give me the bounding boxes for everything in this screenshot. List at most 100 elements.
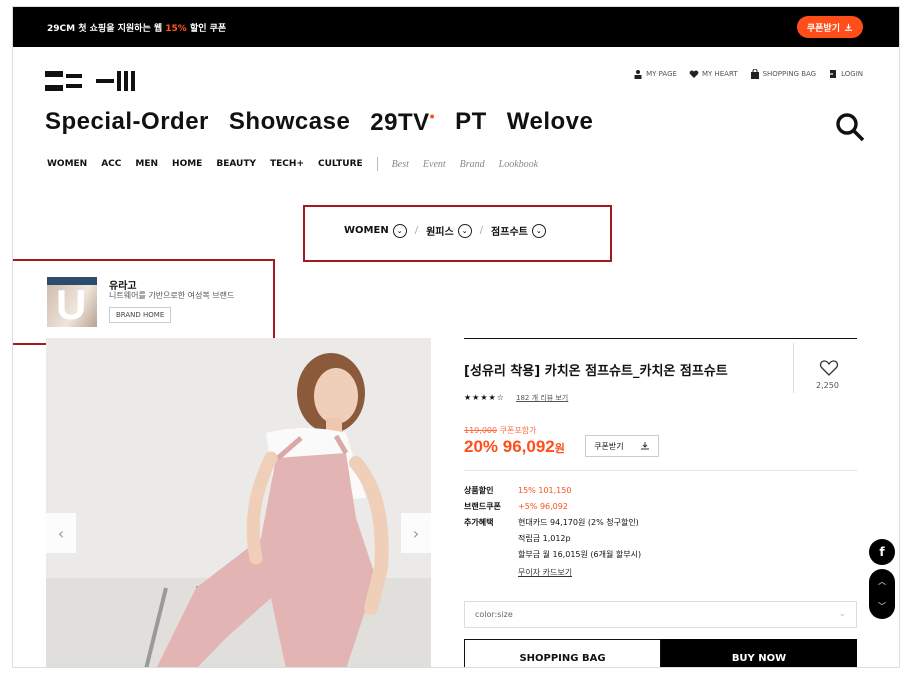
my-page-link[interactable]: MY PAGE [633, 69, 677, 79]
original-price-label: 쿠폰포함가 [499, 426, 537, 435]
original-price: 119,000 쿠폰포함가 [464, 425, 536, 436]
download-icon [640, 442, 649, 450]
utility-nav: MY PAGE MY HEART SHOPPING BAG LOGIN [633, 69, 863, 79]
shopping-bag-button[interactable]: SHOPPING BAG [464, 639, 661, 667]
browser-viewport: 29CM 첫 쇼핑을 지원하는 웹 15% 할인 쿠폰 쿠폰받기 MY PAGE… [12, 6, 900, 668]
category-women[interactable]: WOMEN [47, 159, 87, 169]
benefit-label: 상품할인 [464, 486, 494, 495]
category-beauty[interactable]: BEAUTY [216, 159, 256, 169]
prev-image-button[interactable]: ‹ [46, 513, 76, 553]
title-divider [793, 343, 794, 393]
scroll-controls: ︿ ﹀ [869, 569, 895, 619]
sale-price: 20% 96,092원 [464, 437, 565, 457]
price-divider [464, 470, 857, 471]
currency-label: 원 [554, 443, 565, 455]
person-icon [634, 70, 642, 79]
info-top-rule [464, 338, 857, 339]
card-info-link[interactable]: 무이자 카드보기 [518, 565, 572, 581]
nav-welove[interactable]: Welove [507, 108, 594, 137]
brand-description: 니트웨어를 기반으로한 여성복 브랜드 [109, 291, 235, 300]
benefit-value: 현대카드 94,170원 (2% 청구할인) [518, 518, 639, 527]
breadcrumb-jumpsuit-label: 점프수트 [491, 227, 528, 238]
nav-29tv[interactable]: 29TV• [370, 108, 435, 137]
rating-stars: ★★★★☆ [464, 393, 505, 402]
benefit-value: +5% 96,092 [518, 502, 568, 511]
option-placeholder: color:size [475, 610, 513, 619]
promo-text: 29CM 첫 쇼핑을 지원하는 웹 15% 할인 쿠폰 [47, 21, 226, 34]
breadcrumb-women-label: WOMEN [344, 225, 389, 236]
search-icon[interactable] [835, 112, 865, 142]
benefit-value: 적립금 1,012p [518, 534, 571, 543]
nav-divider [376, 157, 378, 171]
coupon-download-label: 쿠폰받기 [594, 441, 624, 451]
nav-special-order[interactable]: Special-Order [45, 108, 209, 137]
heart-icon[interactable] [819, 359, 839, 377]
promo-coupon-button[interactable]: 쿠폰받기 [796, 16, 863, 38]
breadcrumb: WOMEN ⌄ / 원피스 ⌄ / 점프수트 ⌄ [344, 223, 546, 238]
breadcrumb-separator: / [414, 225, 419, 236]
category-culture[interactable]: CULTURE [318, 159, 363, 169]
download-icon [844, 23, 853, 31]
scroll-down-icon[interactable]: ﹀ [878, 601, 886, 612]
promo-text-suffix: 할인 쿠폰 [186, 24, 227, 34]
category-home[interactable]: HOME [172, 159, 202, 169]
category-nav: WOMEN ACC MEN HOME BEAUTY TECH+ CULTURE … [47, 157, 538, 171]
login-link[interactable]: LOGIN [828, 69, 863, 79]
shopping-bag-label: SHOPPING BAG [762, 70, 817, 78]
extra-lookbook[interactable]: Lookbook [499, 159, 538, 170]
brand-home-button[interactable]: BRAND HOME [109, 307, 172, 323]
my-heart-link[interactable]: MY HEART [689, 69, 738, 79]
shopping-bag-link[interactable]: SHOPPING BAG [750, 69, 817, 79]
bag-icon [750, 69, 759, 79]
login-label: LOGIN [841, 70, 863, 78]
benefit-label: 브랜드쿠폰 [464, 502, 501, 511]
promo-coupon-label: 쿠폰받기 [806, 23, 840, 34]
sale-price-value: 96,092 [502, 437, 555, 456]
product-title: [성유리 착용] 카치온 점프슈트_카치온 점프슈트 [464, 364, 728, 379]
next-image-button[interactable]: › [401, 513, 431, 553]
breadcrumb-women[interactable]: WOMEN ⌄ [344, 223, 407, 238]
heart-icon [689, 70, 699, 78]
brand-logo-letter: U [56, 281, 87, 327]
model-photo [46, 338, 431, 667]
site-logo[interactable] [45, 71, 135, 91]
benefit-value: 15% 101,150 [518, 486, 572, 495]
promo-text-prefix: 29CM 첫 쇼핑을 지원하는 웹 [47, 24, 166, 34]
coupon-download-button[interactable]: 쿠폰받기 [585, 435, 659, 457]
chevron-left-icon: ‹ [57, 523, 65, 543]
chevron-down-icon: ⌄ [838, 609, 846, 619]
breadcrumb-dress[interactable]: 원피스 ⌄ [426, 223, 472, 238]
category-tech[interactable]: TECH+ [270, 159, 304, 169]
category-acc[interactable]: ACC [101, 159, 121, 169]
nav-pt[interactable]: PT [455, 108, 487, 137]
facebook-icon[interactable]: f [869, 539, 895, 565]
chevron-down-icon: ⌄ [392, 223, 407, 238]
login-icon [828, 70, 837, 78]
extra-event[interactable]: Event [423, 159, 446, 170]
product-image[interactable]: ‹ › [46, 338, 431, 667]
extra-best[interactable]: Best [392, 159, 409, 170]
my-page-label: MY PAGE [646, 70, 677, 78]
option-select[interactable]: color:size ⌄ [464, 601, 857, 628]
nav-29tv-dot: • [429, 108, 436, 124]
scroll-up-icon[interactable]: ︿ [878, 576, 886, 587]
breadcrumb-separator: / [479, 225, 484, 236]
chevron-down-icon: ⌄ [531, 223, 546, 238]
breadcrumb-jumpsuit[interactable]: 점프수트 ⌄ [491, 223, 546, 238]
review-link[interactable]: 182 개 리뷰 보기 [516, 393, 568, 403]
buy-now-button[interactable]: BUY NOW [661, 639, 857, 667]
my-heart-label: MY HEART [701, 70, 738, 78]
nav-showcase[interactable]: Showcase [229, 108, 350, 137]
main-nav: Special-Order Showcase 29TV• PT Welove [45, 108, 593, 137]
brand-logo[interactable]: U [47, 277, 97, 327]
extra-brand[interactable]: Brand [460, 159, 485, 170]
original-price-value: 119,000 [464, 426, 498, 435]
promo-text-pct: 15% [165, 24, 187, 34]
heart-count: 2,250 [816, 381, 839, 390]
nav-29tv-label: 29TV [370, 109, 430, 136]
category-men[interactable]: MEN [135, 159, 158, 169]
discount-rate: 20% [464, 437, 499, 456]
chevron-down-icon: ⌄ [457, 223, 472, 238]
benefit-value: 할부금 월 16,015원 (6개월 할부시) [518, 550, 642, 559]
breadcrumb-dress-label: 원피스 [426, 227, 454, 238]
